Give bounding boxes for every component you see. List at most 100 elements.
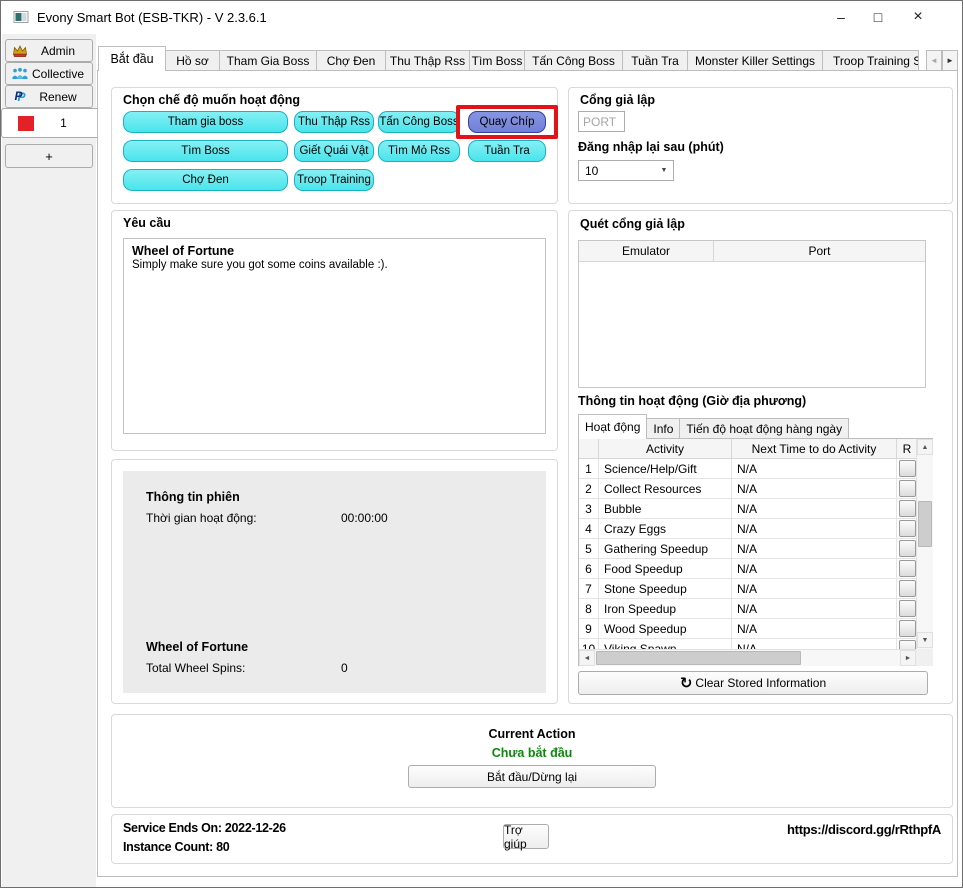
start-stop-button[interactable]: Bắt đầu/Dừng lại <box>408 765 656 788</box>
activity-col-header[interactable]: Activity <box>599 439 732 459</box>
port-input[interactable] <box>578 111 625 132</box>
requirements-box: Wheel of Fortune Simply make sure you go… <box>123 238 546 434</box>
tab-tien-do[interactable]: Tiến độ hoạt động hàng ngày <box>679 418 849 439</box>
table-row: 4Crazy EggsN/A <box>579 519 932 539</box>
activity-tabs: Hoạt động Info Tiến độ hoạt động hàng ng… <box>578 414 848 439</box>
minimize-icon[interactable]: – <box>822 1 860 33</box>
session-title: Thông tin phiên <box>146 490 240 504</box>
run-button[interactable] <box>899 620 916 637</box>
scroll-up-icon[interactable]: ▲ <box>917 439 933 455</box>
mode-button-troop-training[interactable]: Troop Training <box>294 169 374 191</box>
sidebar-item-label: Collective <box>29 67 87 81</box>
app-window: Evony Smart Bot (ESB-TKR) - V 2.3.6.1 – … <box>0 0 963 888</box>
mode-button-tuan-tra[interactable]: Tuần Tra <box>468 140 546 162</box>
tab-monster-killer[interactable]: Monster Killer Settings <box>687 50 823 71</box>
close-icon[interactable]: × <box>899 1 937 33</box>
activity-panel: Activity Next Time to do Activity R 1Sci… <box>578 438 933 666</box>
current-action-title: Current Action <box>111 727 953 741</box>
tab-info[interactable]: Info <box>646 418 680 439</box>
sidebar-item-label: 1 <box>35 116 92 130</box>
tab-scroll-right-icon[interactable]: ► <box>942 50 958 71</box>
highlight-annotation <box>456 105 558 139</box>
requirement-heading: Wheel of Fortune <box>124 239 545 258</box>
session-box <box>123 471 546 693</box>
port-col-header[interactable]: Port <box>714 241 925 262</box>
tab-troop-training[interactable]: Troop Training Set <box>822 50 919 71</box>
tab-thu-thap-rss[interactable]: Thu Thập Rss <box>385 50 470 71</box>
mode-button-cho-den[interactable]: Chợ Đen <box>123 169 288 191</box>
vscroll-thumb[interactable] <box>918 501 932 547</box>
hscroll-thumb[interactable] <box>596 651 801 665</box>
maximize-icon[interactable]: □ <box>859 1 897 33</box>
run-button[interactable] <box>899 520 916 537</box>
tab-cho-den[interactable]: Chợ Đen <box>316 50 386 71</box>
refresh-icon: ↻ <box>680 676 693 691</box>
run-button[interactable] <box>899 560 916 577</box>
help-button[interactable]: Trợ giúp <box>503 824 549 849</box>
tab-tuan-tra[interactable]: Tuần Tra <box>622 50 688 71</box>
scroll-down-icon[interactable]: ▼ <box>917 632 933 648</box>
table-row: 7Stone SpeedupN/A <box>579 579 932 599</box>
emulator-table: Emulator Port <box>578 240 926 388</box>
tab-scroll-left-icon[interactable]: ◄ <box>926 50 942 71</box>
table-row: 2Collect ResourcesN/A <box>579 479 932 499</box>
status-text: Chưa bắt đầu <box>111 746 953 760</box>
mode-button-giet-quai-vat[interactable]: Giết Quái Vật <box>294 140 374 162</box>
spins-value: 0 <box>341 661 348 675</box>
sidebar-item-admin[interactable]: Admin <box>5 39 93 62</box>
tab-hoat-dong[interactable]: Hoạt động <box>578 414 647 439</box>
tab-tham-gia-boss[interactable]: Tham Gia Boss <box>219 50 317 71</box>
title-bar: Evony Smart Bot (ESB-TKR) - V 2.3.6.1 – … <box>1 1 962 34</box>
sidebar-item-renew[interactable]: PP Renew <box>5 85 93 108</box>
scroll-right-icon[interactable]: ► <box>900 650 916 666</box>
clear-button-label: Clear Stored Information <box>695 676 826 690</box>
run-button[interactable] <box>899 480 916 497</box>
vertical-scrollbar[interactable]: ▲ ▼ <box>916 439 933 649</box>
sidebar-item-label: Renew <box>29 90 87 104</box>
svg-text:P: P <box>15 89 24 103</box>
mode-button-tan-cong-boss[interactable]: Tấn Công Boss <box>378 111 460 133</box>
plus-icon: + <box>45 149 53 164</box>
mode-button-thu-thap-rss[interactable]: Thu Thập Rss <box>294 111 374 133</box>
table-row: 8Iron SpeedupN/A <box>579 599 932 619</box>
table-row: 9Wood SpeedupN/A <box>579 619 932 639</box>
relogin-label: Đăng nhập lại sau (phút) <box>578 140 724 154</box>
discord-link[interactable]: https://discord.gg/rRthpfA <box>641 822 941 837</box>
scroll-left-icon[interactable]: ◄ <box>579 650 595 666</box>
uptime-label: Thời gian hoạt động: <box>146 511 257 525</box>
main-tab-bar: Bắt đầu Hồ sơ Tham Gia Boss Chợ Đen Thu … <box>98 46 918 71</box>
spins-label: Total Wheel Spins: <box>146 661 245 675</box>
run-button[interactable] <box>899 600 916 617</box>
tab-bat-dau[interactable]: Bắt đầu <box>98 46 166 71</box>
relogin-dropdown[interactable]: 10 ▼ <box>578 160 674 181</box>
mode-button-tim-boss[interactable]: Tìm Boss <box>123 140 288 162</box>
chevron-down-icon: ▼ <box>655 161 673 180</box>
add-instance-button[interactable]: + <box>5 144 93 168</box>
next-time-col-header[interactable]: Next Time to do Activity <box>732 439 897 459</box>
run-col-header[interactable]: R <box>897 439 917 459</box>
mode-button-tham-gia-boss[interactable]: Tham gia boss <box>123 111 288 133</box>
run-button[interactable] <box>899 540 916 557</box>
sidebar-item-collective[interactable]: Collective <box>5 62 93 85</box>
sidebar-item-instance-1[interactable]: 1 <box>1 108 97 138</box>
red-square-icon <box>17 116 35 131</box>
run-button[interactable] <box>899 460 916 477</box>
tab-tan-cong-boss[interactable]: Tấn Công Boss <box>524 50 623 71</box>
run-button[interactable] <box>899 580 916 597</box>
emulator-scan-title: Quét cổng giả lập <box>580 217 685 231</box>
tab-tim-boss[interactable]: Tìm Boss <box>469 50 525 71</box>
emulator-col-header[interactable]: Emulator <box>579 241 714 262</box>
relogin-value: 10 <box>585 164 598 178</box>
run-button[interactable] <box>899 500 916 517</box>
sidebar-item-label: Admin <box>29 44 87 58</box>
app-icon <box>13 9 29 25</box>
horizontal-scrollbar[interactable]: ◄ ► <box>579 649 916 666</box>
row-number-col-header <box>579 439 599 459</box>
tab-ho-so[interactable]: Hồ sơ <box>165 50 220 71</box>
people-icon <box>11 66 29 81</box>
instance-count-text: Instance Count: 80 <box>123 840 229 854</box>
requirement-body: Simply make sure you got some coins avai… <box>124 258 545 271</box>
crown-icon <box>11 43 29 58</box>
mode-button-tim-mo-rss[interactable]: Tìm Mỏ Rss <box>378 140 460 162</box>
clear-stored-info-button[interactable]: ↻ Clear Stored Information <box>578 671 928 695</box>
